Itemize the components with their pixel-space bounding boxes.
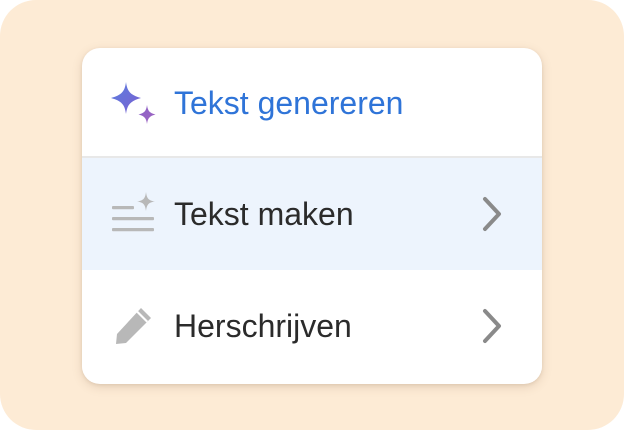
menu-header-label: Tekst genereren bbox=[174, 85, 404, 121]
pencil-icon bbox=[116, 308, 151, 344]
menu-item-label: Herschrijven bbox=[174, 308, 352, 344]
chevron-right-icon bbox=[483, 197, 501, 231]
menu-item-label: Tekst maken bbox=[174, 196, 354, 232]
menu-header: Tekst genereren bbox=[82, 48, 542, 158]
menu-item-tekst-maken[interactable]: Tekst maken bbox=[82, 158, 542, 270]
chevron-right-icon bbox=[483, 309, 501, 343]
generate-text-menu: Tekst genereren Tekst maken Herschrijven bbox=[82, 48, 542, 384]
text-sparkle-icon bbox=[112, 192, 155, 232]
menu-item-herschrijven[interactable]: Herschrijven bbox=[82, 270, 542, 382]
sparkle-icon bbox=[111, 82, 156, 124]
backdrop: Tekst genereren Tekst maken Herschrijven bbox=[0, 0, 624, 430]
